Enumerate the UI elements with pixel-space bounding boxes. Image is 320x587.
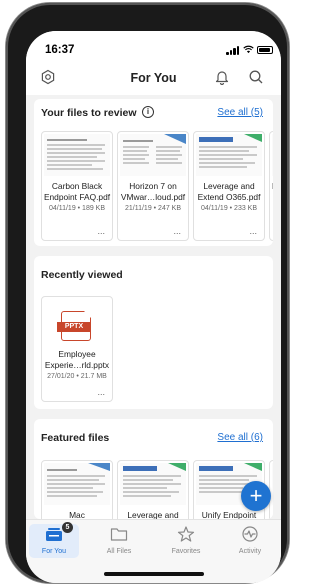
status-bar: 16:37 xyxy=(26,31,281,57)
file-thumbnail xyxy=(272,463,273,505)
page-title: For You xyxy=(130,71,177,85)
pptx-file-icon: PPTX xyxy=(57,310,92,341)
star-icon xyxy=(177,526,195,542)
folder-icon xyxy=(110,528,128,541)
file-thumbnail xyxy=(120,134,186,176)
recent-section: Recently viewed PPTX Employee Experie…rl… xyxy=(34,256,273,409)
review-file-card[interactable]: Leverage and Extend O365.pdf 04/11/19 • … xyxy=(193,131,265,241)
review-section-title: Your files to review xyxy=(41,107,137,119)
tab-label: For You xyxy=(41,548,67,555)
more-options-icon[interactable]: ... xyxy=(97,387,105,397)
home-indicator xyxy=(104,572,204,576)
recent-file-card[interactable]: PPTX Employee Experie…rld.pptx 27/01/20 … xyxy=(41,296,113,402)
file-name: M xyxy=(272,181,273,192)
tab-all-files[interactable]: All Files xyxy=(94,524,144,558)
status-time: 16:37 xyxy=(45,44,75,56)
tab-activity[interactable]: Activity xyxy=(225,524,275,558)
search-icon[interactable] xyxy=(248,69,264,85)
recent-section-title: Recently viewed xyxy=(41,269,123,281)
review-file-card[interactable]: Carbon Black Endpoint FAQ.pdf 04/11/19 •… xyxy=(41,131,113,241)
notification-badge: 5 xyxy=(62,522,73,533)
file-thumbnail xyxy=(120,463,186,505)
review-file-card[interactable]: M xyxy=(269,131,273,241)
app-screen: 16:37 For You Your files to review i See… xyxy=(26,31,281,583)
featured-section-title: Featured files xyxy=(41,432,110,444)
info-icon[interactable]: i xyxy=(142,106,154,118)
file-name: Unify Endpoint xyxy=(201,510,257,519)
featured-section: Featured files See all (6) Mac Leverage … xyxy=(34,419,273,519)
file-name: Horizon 7 on VMwar…loud.pdf xyxy=(120,181,186,202)
review-see-all-link[interactable]: See all (5) xyxy=(217,107,263,118)
for-you-icon xyxy=(46,528,62,541)
file-name: Carbon Black Endpoint FAQ.pdf xyxy=(43,181,111,202)
file-name: Employee Experie…rld.pptx xyxy=(44,349,110,370)
featured-see-all-link[interactable]: See all (6) xyxy=(217,432,263,443)
tab-label: Favorites xyxy=(171,548,201,555)
file-thumbnail xyxy=(196,134,262,176)
more-options-icon[interactable]: ... xyxy=(97,226,105,236)
file-name: Mac xyxy=(69,510,85,519)
featured-file-card[interactable]: Leverage and xyxy=(117,460,189,519)
battery-icon xyxy=(257,46,273,54)
tab-favorites[interactable]: Favorites xyxy=(161,524,211,558)
bell-icon[interactable] xyxy=(214,69,230,85)
file-meta: 04/11/19 • 233 KB xyxy=(200,205,258,212)
add-button[interactable]: + xyxy=(241,481,271,511)
signal-icon xyxy=(226,46,240,55)
file-meta: 21/11/19 • 247 KB xyxy=(124,205,182,212)
file-thumbnail xyxy=(44,463,110,505)
app-header: For You xyxy=(26,57,281,95)
wifi-icon xyxy=(243,45,254,54)
pptx-label: PPTX xyxy=(57,322,91,332)
file-meta: 04/11/19 • 189 KB xyxy=(48,205,106,212)
more-options-icon[interactable]: ... xyxy=(173,226,181,236)
featured-file-card[interactable]: Mac xyxy=(41,460,113,519)
more-options-icon[interactable]: ... xyxy=(249,226,257,236)
file-name: Leverage and xyxy=(127,510,179,519)
review-file-card[interactable]: Horizon 7 on VMwar…loud.pdf 21/11/19 • 2… xyxy=(117,131,189,241)
tab-label: All Files xyxy=(106,548,132,555)
tab-for-you[interactable]: 5 For You xyxy=(29,522,79,558)
file-name: Leverage and Extend O365.pdf xyxy=(197,181,261,202)
phone-frame: 16:37 For You Your files to review i See… xyxy=(6,3,289,583)
tab-label: Activity xyxy=(238,548,262,555)
activity-icon xyxy=(242,526,258,542)
file-thumbnail xyxy=(44,134,110,176)
file-meta: 27/01/20 • 21.7 MB xyxy=(47,373,107,380)
review-section: Your files to review i See all (5) Carbo… xyxy=(34,99,273,246)
file-thumbnail xyxy=(272,134,273,176)
